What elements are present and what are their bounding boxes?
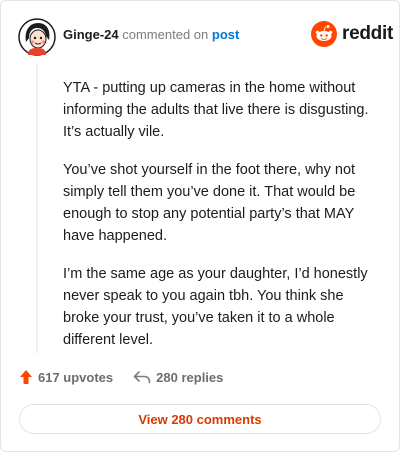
comment-paragraph: I’m the same age as your daughter, I’d h…	[63, 266, 368, 348]
view-comments-button[interactable]: View 280 comments	[19, 404, 381, 434]
reddit-logo[interactable]: reddit	[311, 21, 393, 47]
reply-arrow-icon	[133, 371, 151, 384]
comment-stats: 617 upvotes 280 replies	[19, 369, 223, 385]
user-avatar[interactable]	[18, 18, 56, 56]
reddit-snoo-icon	[311, 21, 337, 47]
avatar-icon	[18, 18, 56, 56]
comment-paragraph: You’ve shot yourself in the foot there, …	[63, 162, 356, 244]
upvote-arrow-icon	[20, 370, 32, 384]
comment-card: Ginge-24 commented on post reddit YTA - …	[0, 0, 400, 452]
post-link[interactable]: post	[212, 27, 239, 42]
upvote-stat[interactable]: 617 upvotes	[19, 369, 113, 385]
username-link[interactable]: Ginge-24	[63, 27, 119, 42]
upvotes-count: 617 upvotes	[38, 369, 114, 385]
replies-count: 280 replies	[156, 369, 224, 385]
commented-on-text: commented on	[122, 27, 209, 42]
comment-paragraph: YTA - putting up cameras in the home wit…	[63, 80, 369, 140]
replies-stat[interactable]: 280 replies	[133, 370, 223, 385]
comment-header: Ginge-24 commented on post	[63, 27, 239, 43]
comment-body: YTA - putting up cameras in the home wit…	[63, 77, 373, 367]
reddit-wordmark: reddit	[342, 23, 393, 44]
thread-line	[36, 63, 38, 353]
